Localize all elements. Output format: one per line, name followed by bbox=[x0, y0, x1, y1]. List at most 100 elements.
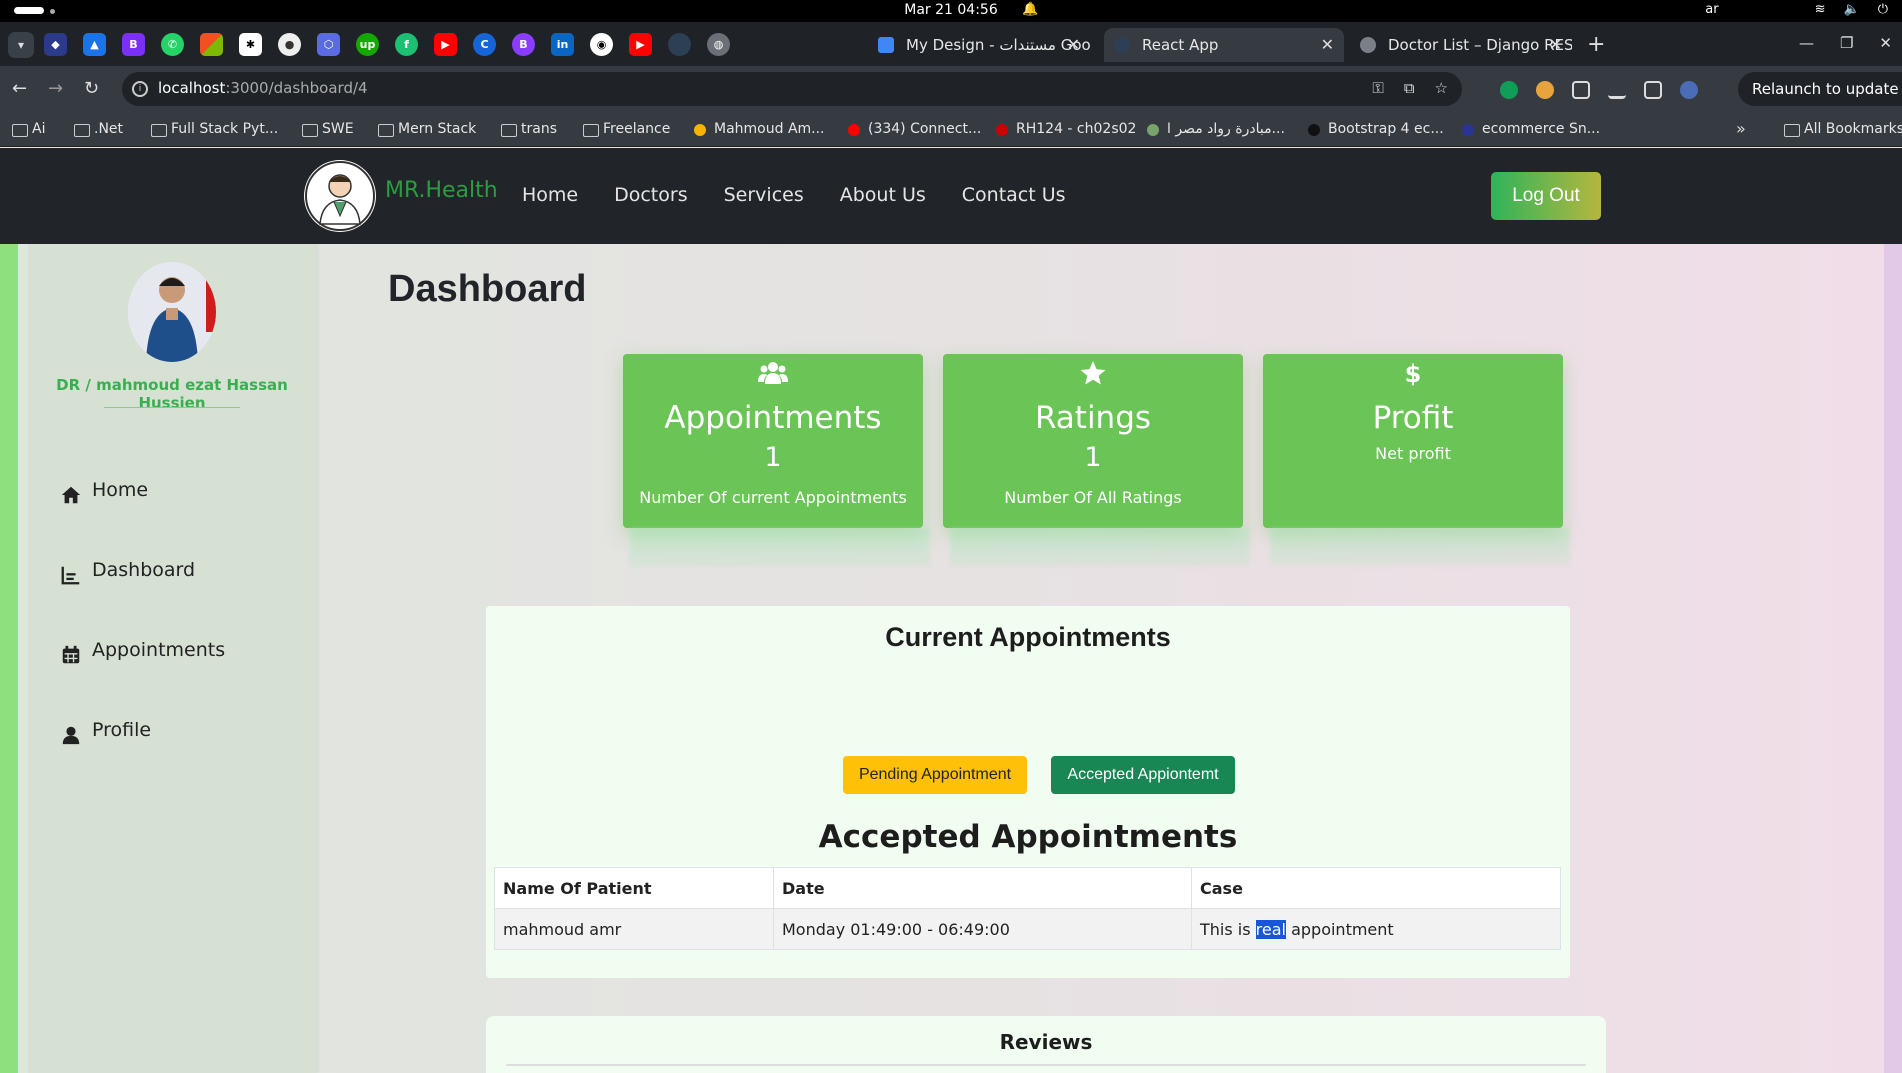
whatsapp-icon[interactable]: ✆ bbox=[161, 33, 184, 56]
reload-icon[interactable]: ↻ bbox=[84, 78, 99, 99]
pinned-tab-favicon[interactable]: B bbox=[512, 33, 535, 56]
bookmark-link[interactable]: Bootstrap 4 ec... bbox=[1308, 121, 1444, 137]
keyboard-layout[interactable]: ar bbox=[1705, 2, 1718, 17]
bookmark-folder[interactable]: .Net bbox=[74, 121, 123, 137]
upwork-icon[interactable]: up bbox=[356, 33, 379, 56]
profile-avatar-icon[interactable] bbox=[1680, 81, 1698, 99]
download-icon[interactable] bbox=[1608, 81, 1626, 99]
bookmark-link[interactable]: Mahmoud Am... bbox=[694, 121, 825, 137]
sidebar-item-appointments[interactable]: Appointments bbox=[60, 634, 225, 666]
bookmark-link[interactable]: (334) Connect... bbox=[848, 121, 981, 137]
pinned-tab-favicon[interactable]: C bbox=[473, 33, 496, 56]
pending-appointment-button[interactable]: Pending Appointment bbox=[843, 756, 1027, 794]
notification-bell-icon[interactable]: 🔔 bbox=[1022, 2, 1038, 17]
nav-about-us[interactable]: About Us bbox=[840, 184, 926, 206]
system-tray[interactable]: ar ≋ 🔈 ⏻ bbox=[1705, 2, 1888, 17]
bookmark-link[interactable]: RH124 - ch02s02 bbox=[996, 121, 1136, 137]
bookmark-link[interactable]: ecommerce Sn... bbox=[1462, 121, 1600, 137]
sidebar-item-home[interactable]: Home bbox=[60, 474, 148, 506]
stat-card-profit[interactable]: $ Profit Net profit bbox=[1263, 354, 1563, 528]
pinned-tab-favicon[interactable]: B bbox=[122, 33, 145, 56]
selected-text: real bbox=[1255, 919, 1286, 939]
bookmark-link[interactable]: مبادرة رواد مصر ا... bbox=[1147, 121, 1285, 137]
card-shadow bbox=[950, 528, 1250, 566]
minimize-icon[interactable]: — bbox=[1799, 34, 1814, 52]
doctor-avatar bbox=[128, 262, 216, 362]
address-bar[interactable]: i localhost:3000/dashboard/4 ⚿ ⧉ ☆ bbox=[122, 72, 1462, 106]
column-header: Name Of Patient bbox=[494, 867, 774, 909]
panel-title: Current Appointments bbox=[885, 622, 1171, 652]
nav-services[interactable]: Services bbox=[724, 184, 804, 206]
bookmark-star-icon[interactable]: ☆ bbox=[1435, 79, 1448, 97]
table-row[interactable]: mahmoud amr Monday 01:49:00 - 06:49:00 T… bbox=[494, 908, 1561, 950]
close-tab-icon[interactable]: ✕ bbox=[1321, 28, 1334, 62]
pinned-tab-favicon[interactable]: ⬡ bbox=[317, 33, 340, 56]
close-tab-icon[interactable]: ✕ bbox=[1549, 28, 1562, 62]
pinned-tab-favicon[interactable] bbox=[668, 33, 691, 56]
fiverr-icon[interactable]: f bbox=[395, 33, 418, 56]
bookmark-folder[interactable]: Mern Stack bbox=[378, 121, 476, 137]
youtube-icon[interactable]: ▶ bbox=[629, 33, 652, 56]
sidebar-item-profile[interactable]: Profile bbox=[60, 714, 151, 746]
doctor-logo-icon[interactable] bbox=[304, 160, 376, 232]
nav-doctors[interactable]: Doctors bbox=[614, 184, 688, 206]
all-bookmarks-folder[interactable]: All Bookmarks bbox=[1784, 121, 1902, 137]
user-icon bbox=[62, 726, 80, 745]
install-app-icon[interactable]: ⧉ bbox=[1404, 79, 1415, 97]
github-icon[interactable]: ◉ bbox=[590, 33, 613, 56]
tab-my-design[interactable]: My Design - مستندات Goo ✕ bbox=[868, 28, 1090, 62]
bookmark-folder[interactable]: Ai bbox=[12, 121, 45, 137]
accepted-appointments-table: Name Of Patient Date Case mahmoud amr Mo… bbox=[494, 867, 1561, 950]
home-icon bbox=[61, 486, 81, 504]
accepted-appointment-button[interactable]: Accepted Appiontemt bbox=[1051, 756, 1235, 794]
linkedin-icon[interactable]: in bbox=[551, 33, 574, 56]
bookmark-folder[interactable]: Full Stack Pyt... bbox=[151, 121, 278, 137]
bookmark-folder[interactable]: Freelance bbox=[583, 121, 670, 137]
relaunch-button[interactable]: Relaunch to update ⋮ bbox=[1738, 72, 1902, 106]
openai-icon[interactable]: ✱ bbox=[239, 33, 262, 56]
youtube-icon[interactable]: ▶ bbox=[434, 33, 457, 56]
tab-react-app[interactable]: React App ✕ bbox=[1104, 28, 1344, 62]
nav-home[interactable]: Home bbox=[522, 184, 578, 206]
card-shadow bbox=[630, 528, 930, 566]
stat-card-ratings[interactable]: Ratings 1 Number Of All Ratings bbox=[943, 354, 1243, 528]
site-info-icon[interactable]: i bbox=[132, 81, 148, 97]
close-tab-icon[interactable]: ✕ bbox=[1067, 28, 1080, 62]
pinned-tab-favicon[interactable]: ▲ bbox=[83, 33, 106, 56]
puzzle-icon[interactable] bbox=[1572, 81, 1590, 99]
browser-toolbar: ← → ↻ i localhost:3000/dashboard/4 ⚿ ⧉ ☆… bbox=[0, 66, 1902, 113]
omnibox-actions: ⚿ ⧉ ☆ bbox=[1372, 79, 1448, 97]
stat-card-appointments[interactable]: Appointments 1 Number Of current Appoint… bbox=[623, 354, 923, 528]
pinned-tab-favicon[interactable]: ◆ bbox=[44, 33, 67, 56]
tab-search-chevron-icon[interactable]: ▾ bbox=[8, 32, 34, 58]
name-divider bbox=[104, 407, 240, 408]
system-clock[interactable]: Mar 21 04:56 bbox=[0, 2, 1902, 18]
brand-name[interactable]: MR.Health bbox=[385, 178, 498, 203]
key-icon[interactable]: ⚿ bbox=[1372, 79, 1383, 97]
back-arrow-icon[interactable]: ← bbox=[12, 78, 27, 99]
nav-contact-us[interactable]: Contact Us bbox=[962, 184, 1066, 206]
bookmark-folder[interactable]: SWE bbox=[302, 121, 354, 137]
close-window-icon[interactable]: ✕ bbox=[1879, 34, 1892, 52]
power-icon: ⏻ bbox=[1877, 2, 1888, 17]
maximize-icon[interactable]: ❐ bbox=[1840, 34, 1853, 52]
sidebar-item-label: Appointments bbox=[92, 639, 226, 661]
window-controls: — ❐ ✕ bbox=[1799, 34, 1892, 52]
tab-doctor-list[interactable]: Doctor List – Django RES ✕ bbox=[1350, 28, 1572, 62]
reviews-title: Reviews bbox=[999, 1030, 1093, 1054]
extension-icon[interactable] bbox=[1536, 81, 1554, 99]
sidebar-item-label: Home bbox=[92, 479, 149, 501]
microsoft-icon[interactable] bbox=[200, 33, 223, 56]
globe-icon[interactable]: ◍ bbox=[707, 33, 730, 56]
new-tab-plus-icon[interactable]: + bbox=[1587, 32, 1605, 57]
extension-icon[interactable] bbox=[1500, 81, 1518, 99]
bookmark-folder[interactable]: trans bbox=[501, 121, 557, 137]
sidebar-item-dashboard[interactable]: Dashboard bbox=[60, 554, 195, 586]
calendar-icon bbox=[62, 645, 80, 664]
pinned-tab-favicon[interactable]: ● bbox=[278, 33, 301, 56]
url-text[interactable]: localhost:3000/dashboard/4 bbox=[158, 79, 368, 97]
logout-button[interactable]: Log Out bbox=[1491, 172, 1601, 220]
forward-arrow-icon[interactable]: → bbox=[48, 78, 63, 99]
side-panel-icon[interactable] bbox=[1644, 81, 1662, 99]
bookmarks-overflow-chevron-icon[interactable]: » bbox=[1736, 119, 1746, 138]
